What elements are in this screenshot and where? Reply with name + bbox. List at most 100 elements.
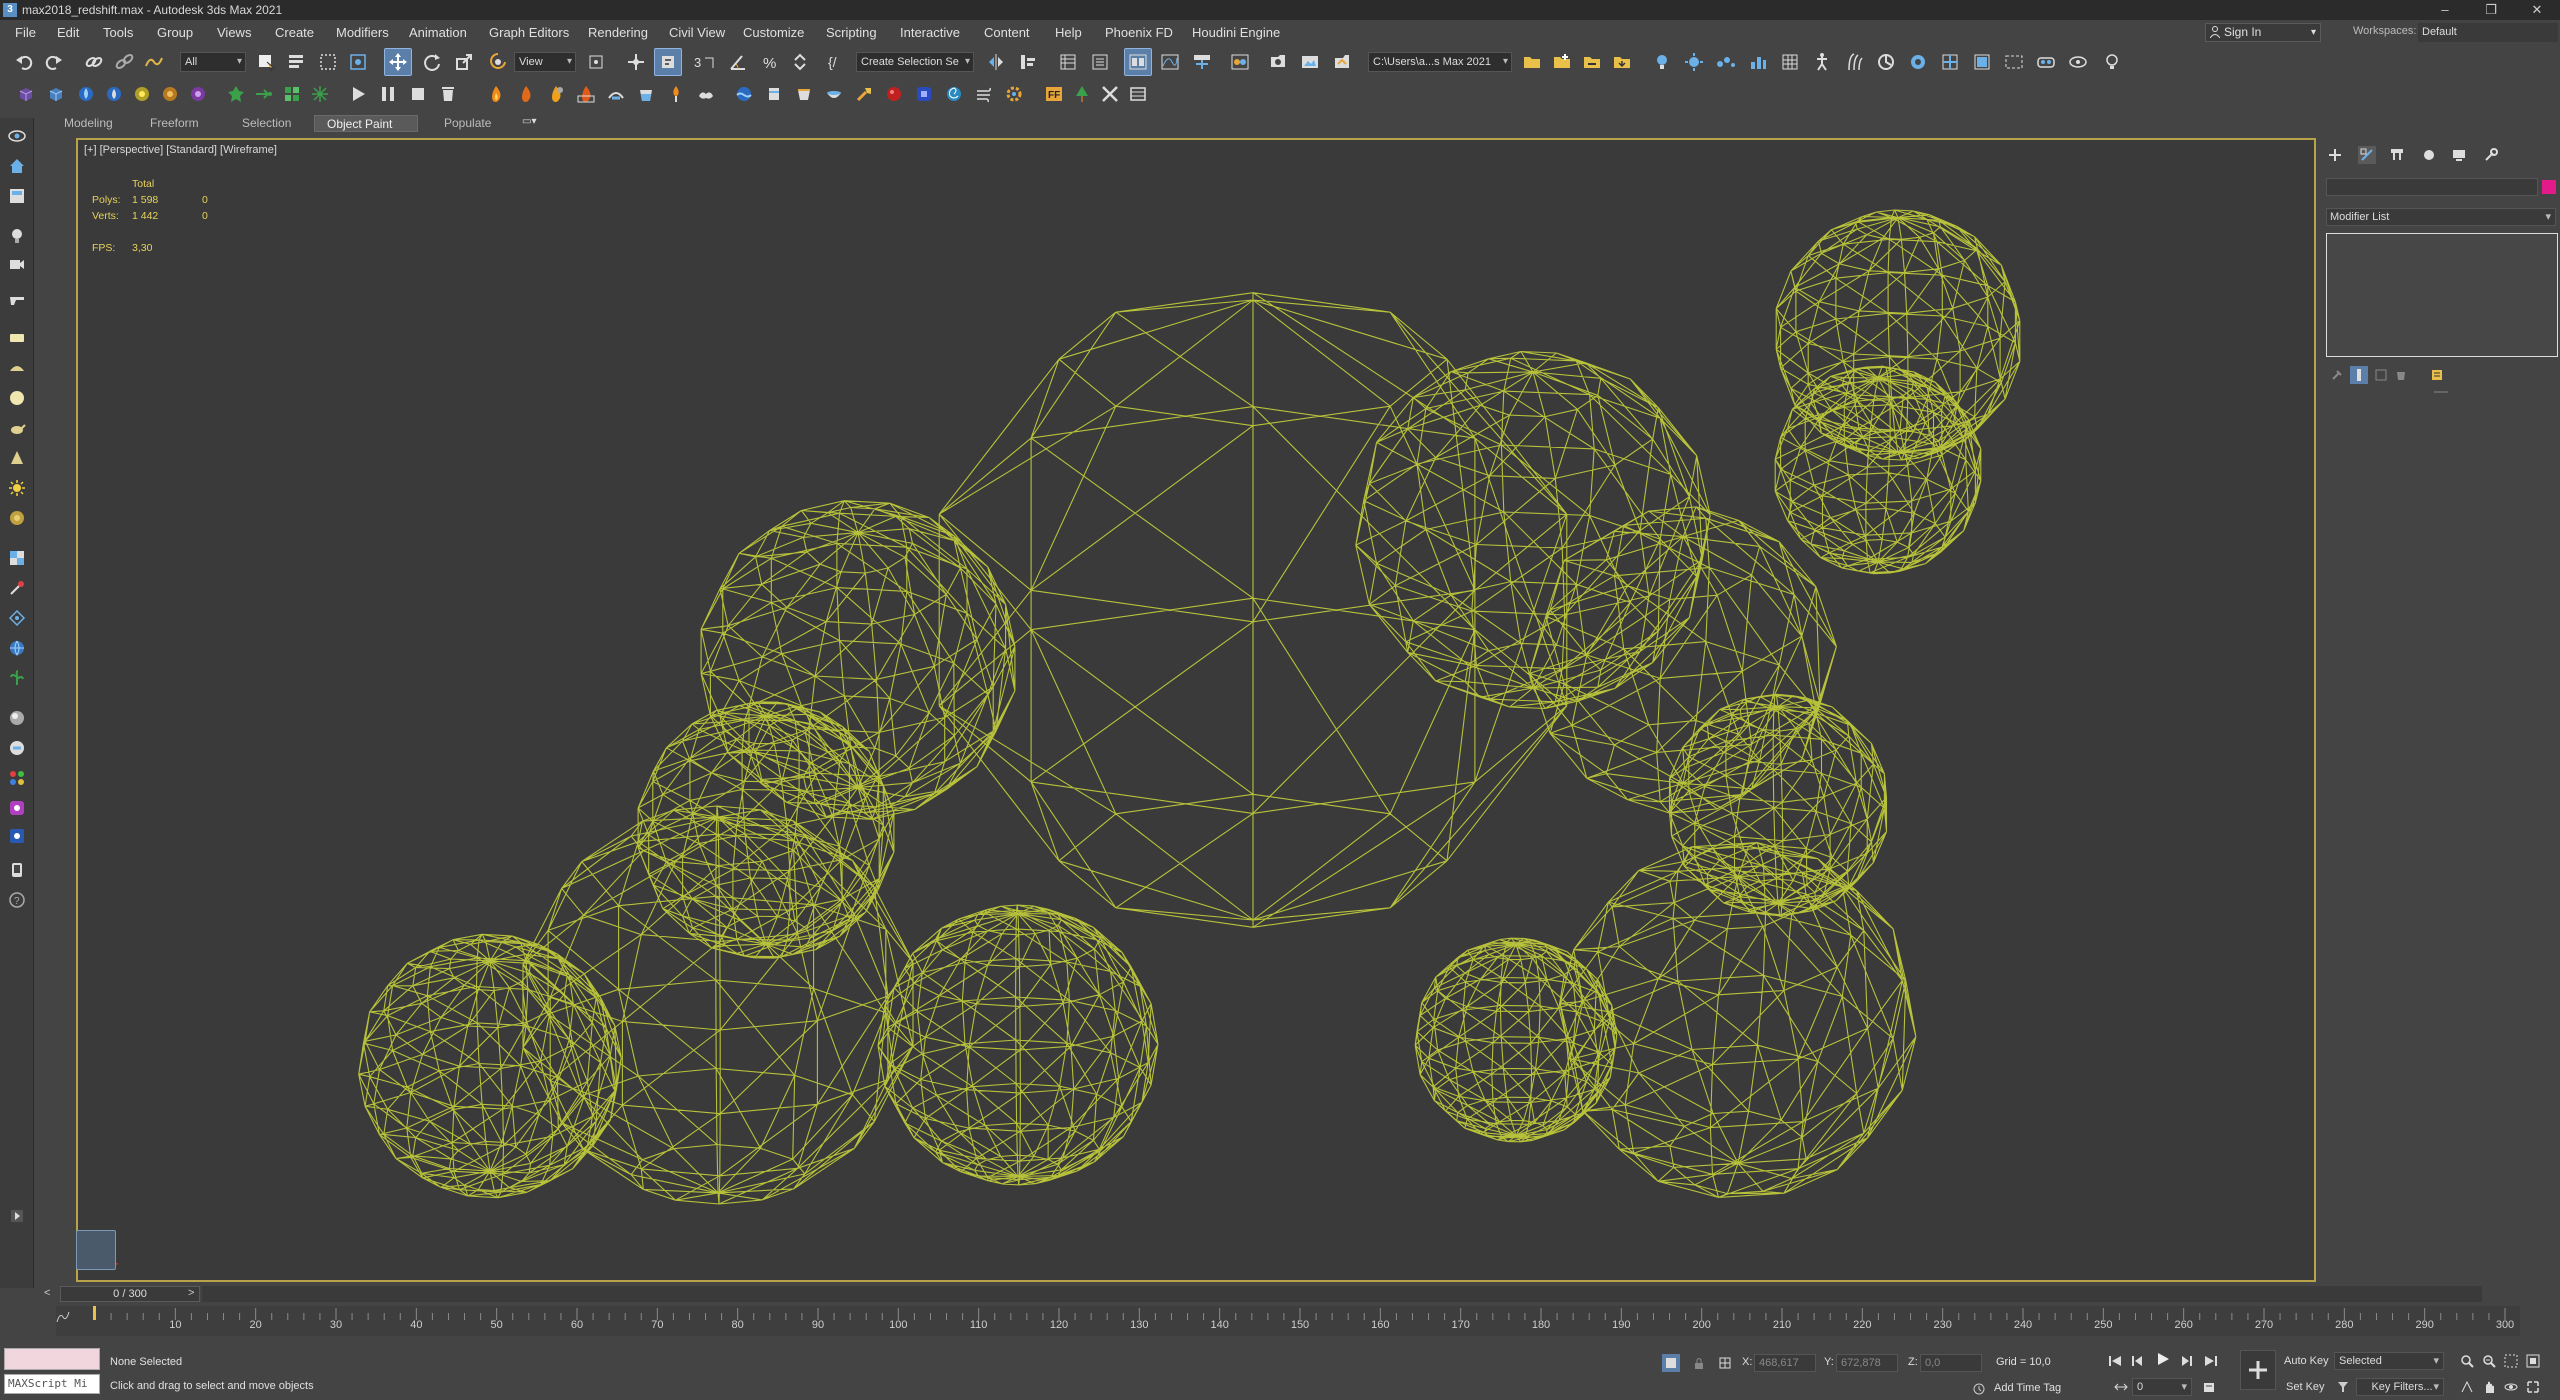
project-folder-select[interactable]: C:\Users\a...s Max 2021 <box>1368 52 1512 72</box>
scene-explorer-eye-icon[interactable] <box>5 124 29 148</box>
menu-scripting[interactable]: Scripting <box>826 25 877 40</box>
minimize-icon[interactable]: – <box>2422 0 2468 20</box>
menu-content[interactable]: Content <box>984 25 1030 40</box>
set-key-button[interactable]: Set Key <box>2286 1378 2325 1396</box>
menu-houdini-engine[interactable]: Houdini Engine <box>1192 25 1280 40</box>
angle-snap-icon[interactable] <box>724 48 752 76</box>
select-object-icon[interactable] <box>252 48 280 76</box>
modify-tab-icon[interactable] <box>2358 146 2376 164</box>
orbit-icon[interactable] <box>2502 1378 2520 1396</box>
menu-views[interactable]: Views <box>217 25 251 40</box>
time-slider-track[interactable] <box>202 1286 2482 1302</box>
safe-frame-icon[interactable] <box>2000 48 2028 76</box>
window-crossing-icon[interactable] <box>344 48 372 76</box>
camera-display-icon[interactable] <box>5 252 29 276</box>
light-bulb-icon[interactable] <box>5 224 29 248</box>
named-selection-sets-select[interactable]: Create Selection Se <box>856 52 974 72</box>
tab-object-paint[interactable]: Object Paint <box>314 115 418 132</box>
rendered-frame-window-icon[interactable] <box>1296 48 1324 76</box>
render-pink-icon[interactable] <box>5 796 29 820</box>
time-configuration-icon[interactable] <box>2200 1378 2218 1396</box>
tools-cross-icon[interactable] <box>1096 80 1124 108</box>
set-keys-icon[interactable] <box>2240 1350 2276 1390</box>
panel-divider[interactable] <box>2434 391 2448 393</box>
vray-icon[interactable] <box>5 824 29 848</box>
create-hemisphere-icon[interactable] <box>5 356 29 380</box>
viewport-background-icon[interactable] <box>1904 48 1932 76</box>
perspective-viewport[interactable]: [+] [Perspective] [Standard] [Wireframe]… <box>76 138 2316 1282</box>
workspace-select[interactable]: Default <box>2418 23 2558 42</box>
render-setup-icon[interactable] <box>1264 48 1292 76</box>
schematic-view-icon[interactable] <box>1188 48 1216 76</box>
current-frame-marker[interactable] <box>93 1306 96 1320</box>
render-production-icon[interactable] <box>1328 48 1356 76</box>
material-brush-icon[interactable] <box>5 576 29 600</box>
light-lister-icon[interactable] <box>1648 48 1676 76</box>
rectangular-selection-icon[interactable] <box>314 48 342 76</box>
select-and-manipulate-icon[interactable] <box>622 48 650 76</box>
reference-coordinate-select[interactable]: View <box>514 52 576 72</box>
maximize-viewport-icon[interactable] <box>2524 1378 2542 1396</box>
maxscript-output[interactable] <box>4 1348 100 1370</box>
viewport-thumbnail[interactable] <box>76 1230 116 1270</box>
wireframe-sphere[interactable] <box>1774 365 1982 575</box>
ocean-mesher-icon[interactable] <box>730 80 758 108</box>
toggle-layer-explorer-icon[interactable] <box>1086 48 1114 76</box>
wind-icon[interactable] <box>970 80 998 108</box>
map-browser-icon[interactable] <box>5 736 29 760</box>
unlink-selection-icon[interactable] <box>110 48 138 76</box>
menu-group[interactable]: Group <box>157 25 193 40</box>
add-time-tag[interactable]: Add Time Tag <box>1994 1382 2061 1394</box>
grid-panel-icon[interactable] <box>1124 80 1152 108</box>
tab-freeform[interactable]: Freeform <box>138 115 211 132</box>
bind-space-warp-icon[interactable] <box>140 48 168 76</box>
red-sphere-icon[interactable] <box>880 80 908 108</box>
previous-frame-icon[interactable] <box>2128 1352 2146 1370</box>
particle-view-icon[interactable] <box>1712 48 1740 76</box>
particle-grid-icon[interactable] <box>278 80 306 108</box>
table-grid-icon[interactable] <box>1776 48 1804 76</box>
material-editor-icon[interactable] <box>1226 48 1254 76</box>
keyboard-shortcut-override-icon[interactable] <box>654 48 682 76</box>
remove-modifier-icon[interactable] <box>2392 366 2410 384</box>
project-save-icon[interactable] <box>1608 48 1636 76</box>
key-selection-dropdown[interactable]: Selected <box>2334 1352 2444 1370</box>
interactive-render-icon[interactable] <box>2064 48 2092 76</box>
menu-animation[interactable]: Animation <box>409 25 467 40</box>
absolute-mode-icon[interactable] <box>1716 1354 1734 1372</box>
track-bar[interactable]: 10 20 30 40 50 60 70 80 90 100 110 120 130 140 150 160 1… <box>56 1306 2520 1336</box>
play-animation-icon[interactable] <box>344 80 372 108</box>
track-bar-curve-icon[interactable] <box>54 1308 72 1326</box>
particle-burst-icon[interactable] <box>306 80 334 108</box>
particle-arrow-icon[interactable] <box>250 80 278 108</box>
toggle-scene-explorer-icon[interactable] <box>1054 48 1082 76</box>
redo-icon[interactable] <box>40 48 68 76</box>
align-icon[interactable] <box>1014 48 1042 76</box>
zoom-extents-all-icon[interactable] <box>2524 1352 2542 1370</box>
create-box-icon[interactable] <box>12 80 40 108</box>
tab-populate[interactable]: Populate <box>432 115 503 132</box>
menu-interactive[interactable]: Interactive <box>900 25 960 40</box>
app-icon[interactable]: 3 <box>3 3 17 17</box>
time-tag-icon[interactable] <box>1970 1380 1988 1398</box>
selection-lock-icon[interactable] <box>1690 1354 1708 1372</box>
toggle-ribbon-icon[interactable] <box>1124 48 1152 76</box>
wireframe-sphere[interactable] <box>877 904 1159 1186</box>
gear-fluid-icon[interactable] <box>1000 80 1028 108</box>
wireframe-sphere[interactable] <box>1355 350 1711 710</box>
phone-icon[interactable] <box>5 858 29 882</box>
create-teapot-icon[interactable] <box>5 416 29 440</box>
select-and-move-icon[interactable] <box>384 48 412 76</box>
create-plane-icon[interactable] <box>5 326 29 350</box>
y-coordinate-field[interactable]: 672,878 <box>1836 1354 1898 1372</box>
spinner-snap-icon[interactable] <box>786 48 814 76</box>
snaps-toggle-icon[interactable]: 3 <box>690 48 718 76</box>
fluid-blue-icon[interactable] <box>72 80 100 108</box>
go-to-start-icon[interactable] <box>2106 1352 2124 1370</box>
foam-icon[interactable] <box>760 80 788 108</box>
color-dots-icon[interactable] <box>5 766 29 790</box>
menu-civil-view[interactable]: Civil View <box>669 25 725 40</box>
modifier-stack[interactable] <box>2326 233 2558 357</box>
zoom-extents-icon[interactable] <box>2502 1352 2520 1370</box>
vr-scene-icon[interactable] <box>2032 48 2060 76</box>
